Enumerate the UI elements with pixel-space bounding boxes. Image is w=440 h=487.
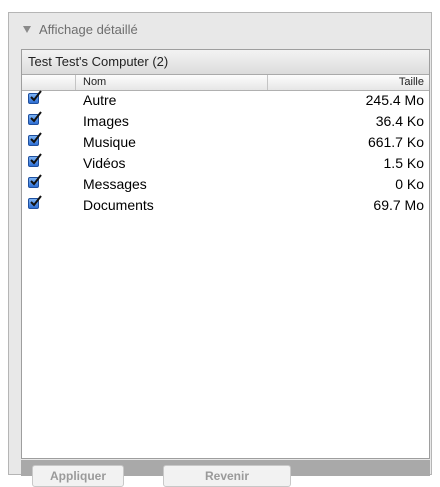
category-checkbox[interactable] [28,153,42,167]
category-name: Vidéos [83,155,126,171]
detail-view-title: Affichage détaillé [39,21,138,37]
checkmark-icon [30,174,42,186]
category-checkbox[interactable] [28,195,42,209]
file-category-list: Autre 245.4 Mo Images 36.4 Ko Musique 66… [22,90,429,217]
revert-button[interactable]: Revenir [163,465,291,487]
button-bar: Appliquer Revenir [21,460,430,487]
category-name: Musique [83,134,136,150]
category-size: 69.7 Mo [373,197,424,213]
checkmark-icon [30,153,42,165]
column-separator [75,75,76,90]
category-checkbox[interactable] [28,174,42,188]
list-item: Autre 245.4 Mo [22,90,429,112]
category-name: Messages [83,176,147,192]
checkmark-icon [30,111,42,123]
checkmark-icon [30,132,42,144]
detail-view-disclosure[interactable]: Affichage détaillé [23,21,138,37]
list-item: Images 36.4 Ko [22,111,429,133]
list-item: Messages 0 Ko [22,174,429,196]
list-item: Musique 661.7 Ko [22,132,429,154]
checkmark-icon [30,90,42,102]
category-size: 0 Ko [395,176,424,192]
column-header-size[interactable]: Taille [399,76,424,88]
column-separator [267,75,268,90]
disclosure-triangle-icon[interactable] [23,26,31,33]
category-checkbox[interactable] [28,111,42,125]
computer-panel: Test Test's Computer (2) Nom Taille Autr… [21,49,430,459]
column-header-name[interactable]: Nom [83,76,106,88]
category-size: 1.5 Ko [383,155,424,171]
category-name: Images [83,113,129,129]
list-item: Documents 69.7 Mo [22,195,429,217]
panel-title: Test Test's Computer (2) [22,50,429,75]
category-name: Autre [83,92,117,108]
detail-view-frame: Affichage détaillé Test Test's Computer … [8,12,432,487]
checkmark-icon [30,195,42,207]
category-size: 36.4 Ko [375,113,424,129]
category-checkbox[interactable] [28,132,42,146]
category-size: 245.4 Mo [365,92,424,108]
list-item: Vidéos 1.5 Ko [22,153,429,175]
category-checkbox[interactable] [28,90,42,104]
apply-button[interactable]: Appliquer [32,465,124,487]
category-name: Documents [83,197,154,213]
category-size: 661.7 Ko [367,134,424,150]
column-header-row: Nom Taille [22,75,429,91]
